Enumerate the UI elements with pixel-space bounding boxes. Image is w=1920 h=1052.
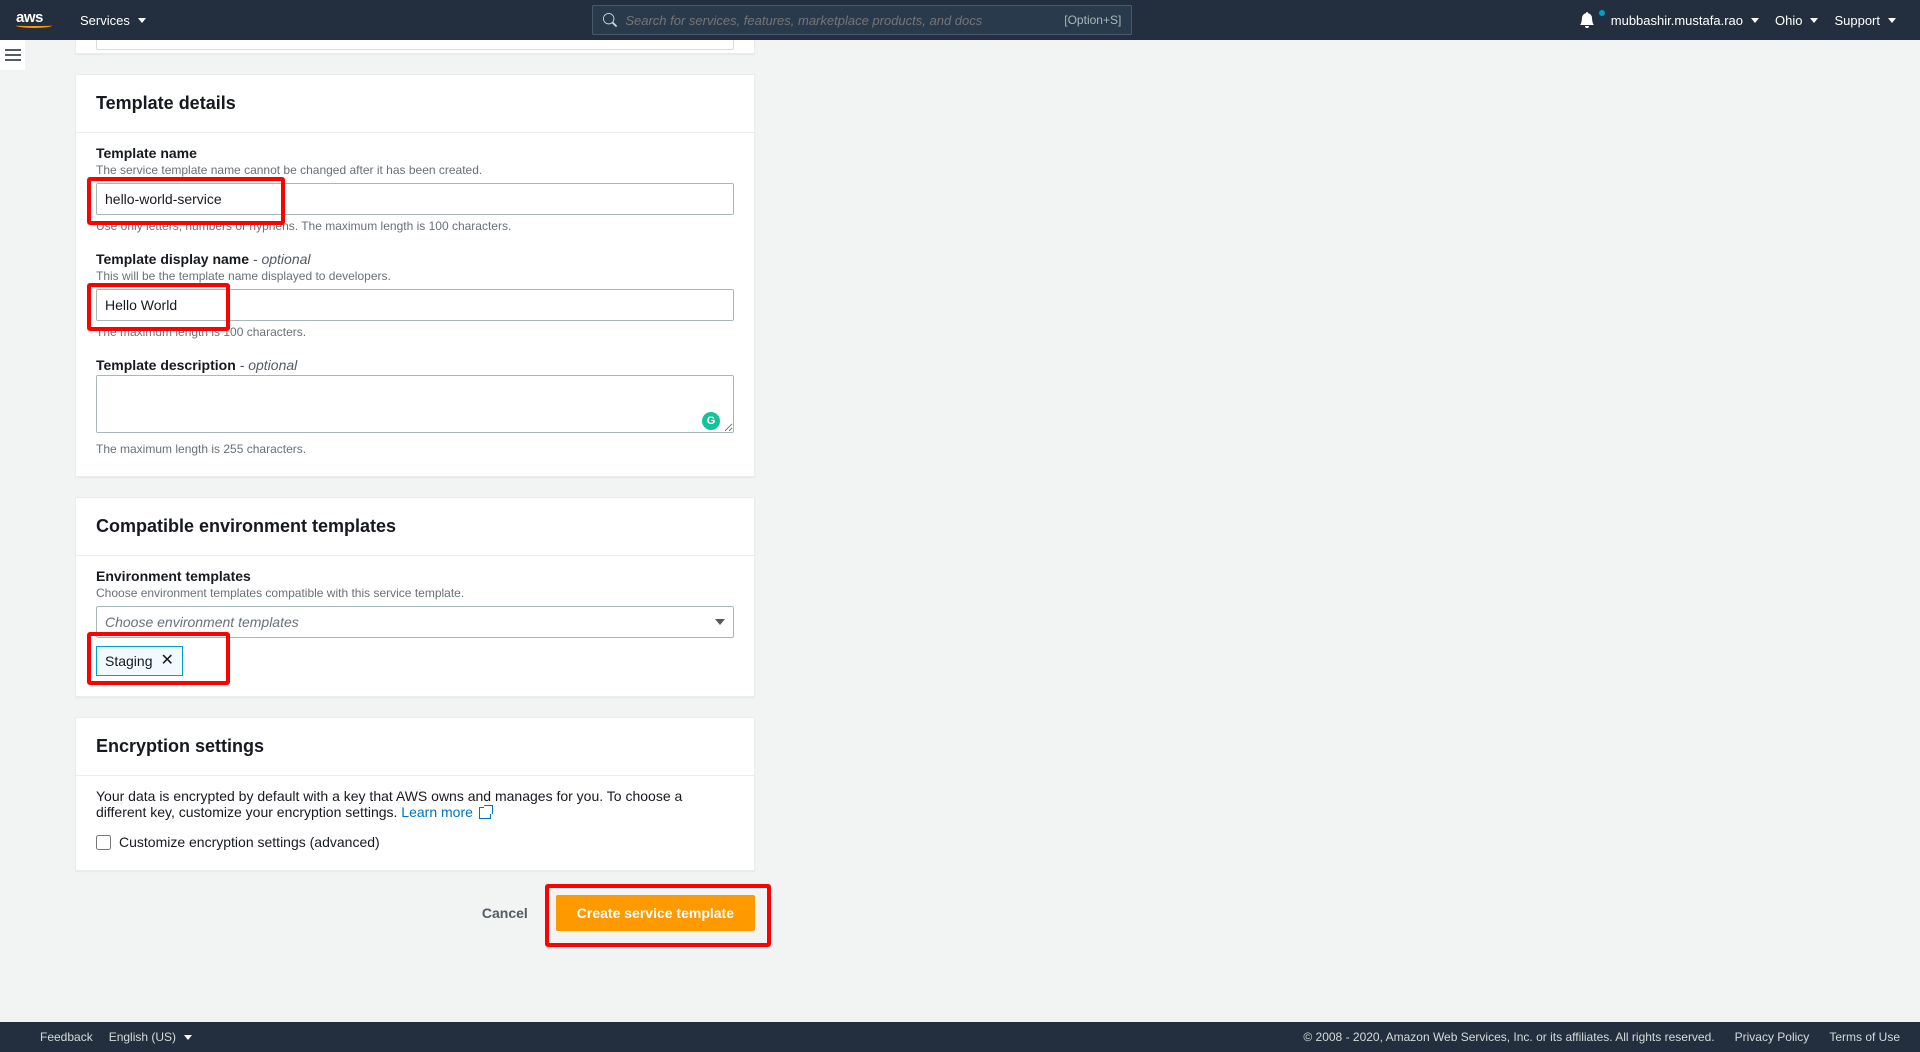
template-name-input[interactable] xyxy=(96,183,734,215)
compat-env-title: Compatible environment templates xyxy=(76,498,754,555)
chip-label: Staging xyxy=(105,653,152,669)
privacy-link[interactable]: Privacy Policy xyxy=(1735,1030,1810,1044)
customize-encryption-label: Customize encryption settings (advanced) xyxy=(119,834,380,850)
env-templates-label: Environment templates xyxy=(96,568,734,584)
account-menu[interactable]: mubbashir.mustafa.rao xyxy=(1603,13,1767,28)
customize-encryption-checkbox-row[interactable]: Customize encryption settings (advanced) xyxy=(96,834,734,850)
previous-panel-slice xyxy=(75,40,755,54)
template-desc-textarea[interactable] xyxy=(96,375,734,433)
grammarly-icon[interactable]: G xyxy=(702,412,720,430)
form-actions: Cancel Create service template xyxy=(75,871,755,955)
notification-badge xyxy=(1599,10,1605,16)
template-name-help: Use only letters, numbers or hyphens. Th… xyxy=(96,219,734,233)
aws-logo[interactable]: aws xyxy=(16,10,52,30)
main-content: Template details Template name The servi… xyxy=(25,40,1920,1022)
search-icon xyxy=(603,13,617,27)
caret-down-icon xyxy=(1810,18,1818,23)
notifications-icon[interactable] xyxy=(1571,12,1603,28)
remove-chip-icon[interactable]: ✕ xyxy=(160,653,173,669)
caret-down-icon xyxy=(1888,18,1896,23)
caret-down-icon xyxy=(138,18,146,23)
template-display-label: Template display name - optional xyxy=(96,251,734,267)
side-nav-toggle[interactable] xyxy=(0,40,25,70)
template-details-title: Template details xyxy=(76,75,754,132)
template-details-panel: Template details Template name The servi… xyxy=(75,74,755,477)
support-menu[interactable]: Support xyxy=(1826,13,1904,28)
terms-link[interactable]: Terms of Use xyxy=(1829,1030,1900,1044)
env-templates-hint: Choose environment templates compatible … xyxy=(96,586,734,600)
support-label: Support xyxy=(1834,13,1880,28)
hamburger-icon xyxy=(5,49,21,61)
services-label: Services xyxy=(80,13,130,28)
cancel-button[interactable]: Cancel xyxy=(466,897,544,929)
language-label: English (US) xyxy=(109,1030,176,1044)
create-service-template-button[interactable]: Create service template xyxy=(556,895,755,931)
customize-encryption-checkbox[interactable] xyxy=(96,835,111,850)
dropdown-placeholder: Choose environment templates xyxy=(105,614,299,630)
template-desc-label: Template description - optional xyxy=(96,357,734,373)
template-display-hint: This will be the template name displayed… xyxy=(96,269,734,283)
caret-down-icon xyxy=(1751,18,1759,23)
aws-top-nav: aws Services [Option+S] mubbashir.mustaf… xyxy=(0,0,1920,40)
compat-env-panel: Compatible environment templates Environ… xyxy=(75,497,755,697)
feedback-link[interactable]: Feedback xyxy=(40,1030,93,1044)
global-search[interactable]: [Option+S] xyxy=(592,5,1132,35)
encryption-description: Your data is encrypted by default with a… xyxy=(96,788,734,820)
copyright-text: © 2008 - 2020, Amazon Web Services, Inc.… xyxy=(1303,1030,1714,1044)
region-label: Ohio xyxy=(1775,13,1802,28)
template-desc-help: The maximum length is 255 characters. xyxy=(96,442,734,456)
template-display-input[interactable] xyxy=(96,289,734,321)
language-selector[interactable]: English (US) xyxy=(109,1030,192,1044)
username-label: mubbashir.mustafa.rao xyxy=(1611,13,1743,28)
template-display-help: The maximum length is 100 characters. xyxy=(96,325,734,339)
template-name-hint: The service template name cannot be chan… xyxy=(96,163,734,177)
learn-more-link[interactable]: Learn more xyxy=(401,804,490,820)
caret-down-icon xyxy=(715,619,725,625)
encryption-panel: Encryption settings Your data is encrypt… xyxy=(75,717,755,871)
aws-footer: Feedback English (US) © 2008 - 2020, Ama… xyxy=(0,1022,1920,1052)
search-input[interactable] xyxy=(625,13,1064,28)
caret-down-icon xyxy=(184,1035,192,1040)
external-link-icon xyxy=(479,807,491,819)
services-menu[interactable]: Services xyxy=(72,13,154,28)
encryption-title: Encryption settings xyxy=(76,718,754,775)
search-shortcut: [Option+S] xyxy=(1064,13,1121,27)
env-templates-dropdown[interactable]: Choose environment templates xyxy=(96,606,734,638)
template-name-label: Template name xyxy=(96,145,734,161)
region-menu[interactable]: Ohio xyxy=(1767,13,1826,28)
env-template-chip: Staging ✕ xyxy=(96,646,183,676)
